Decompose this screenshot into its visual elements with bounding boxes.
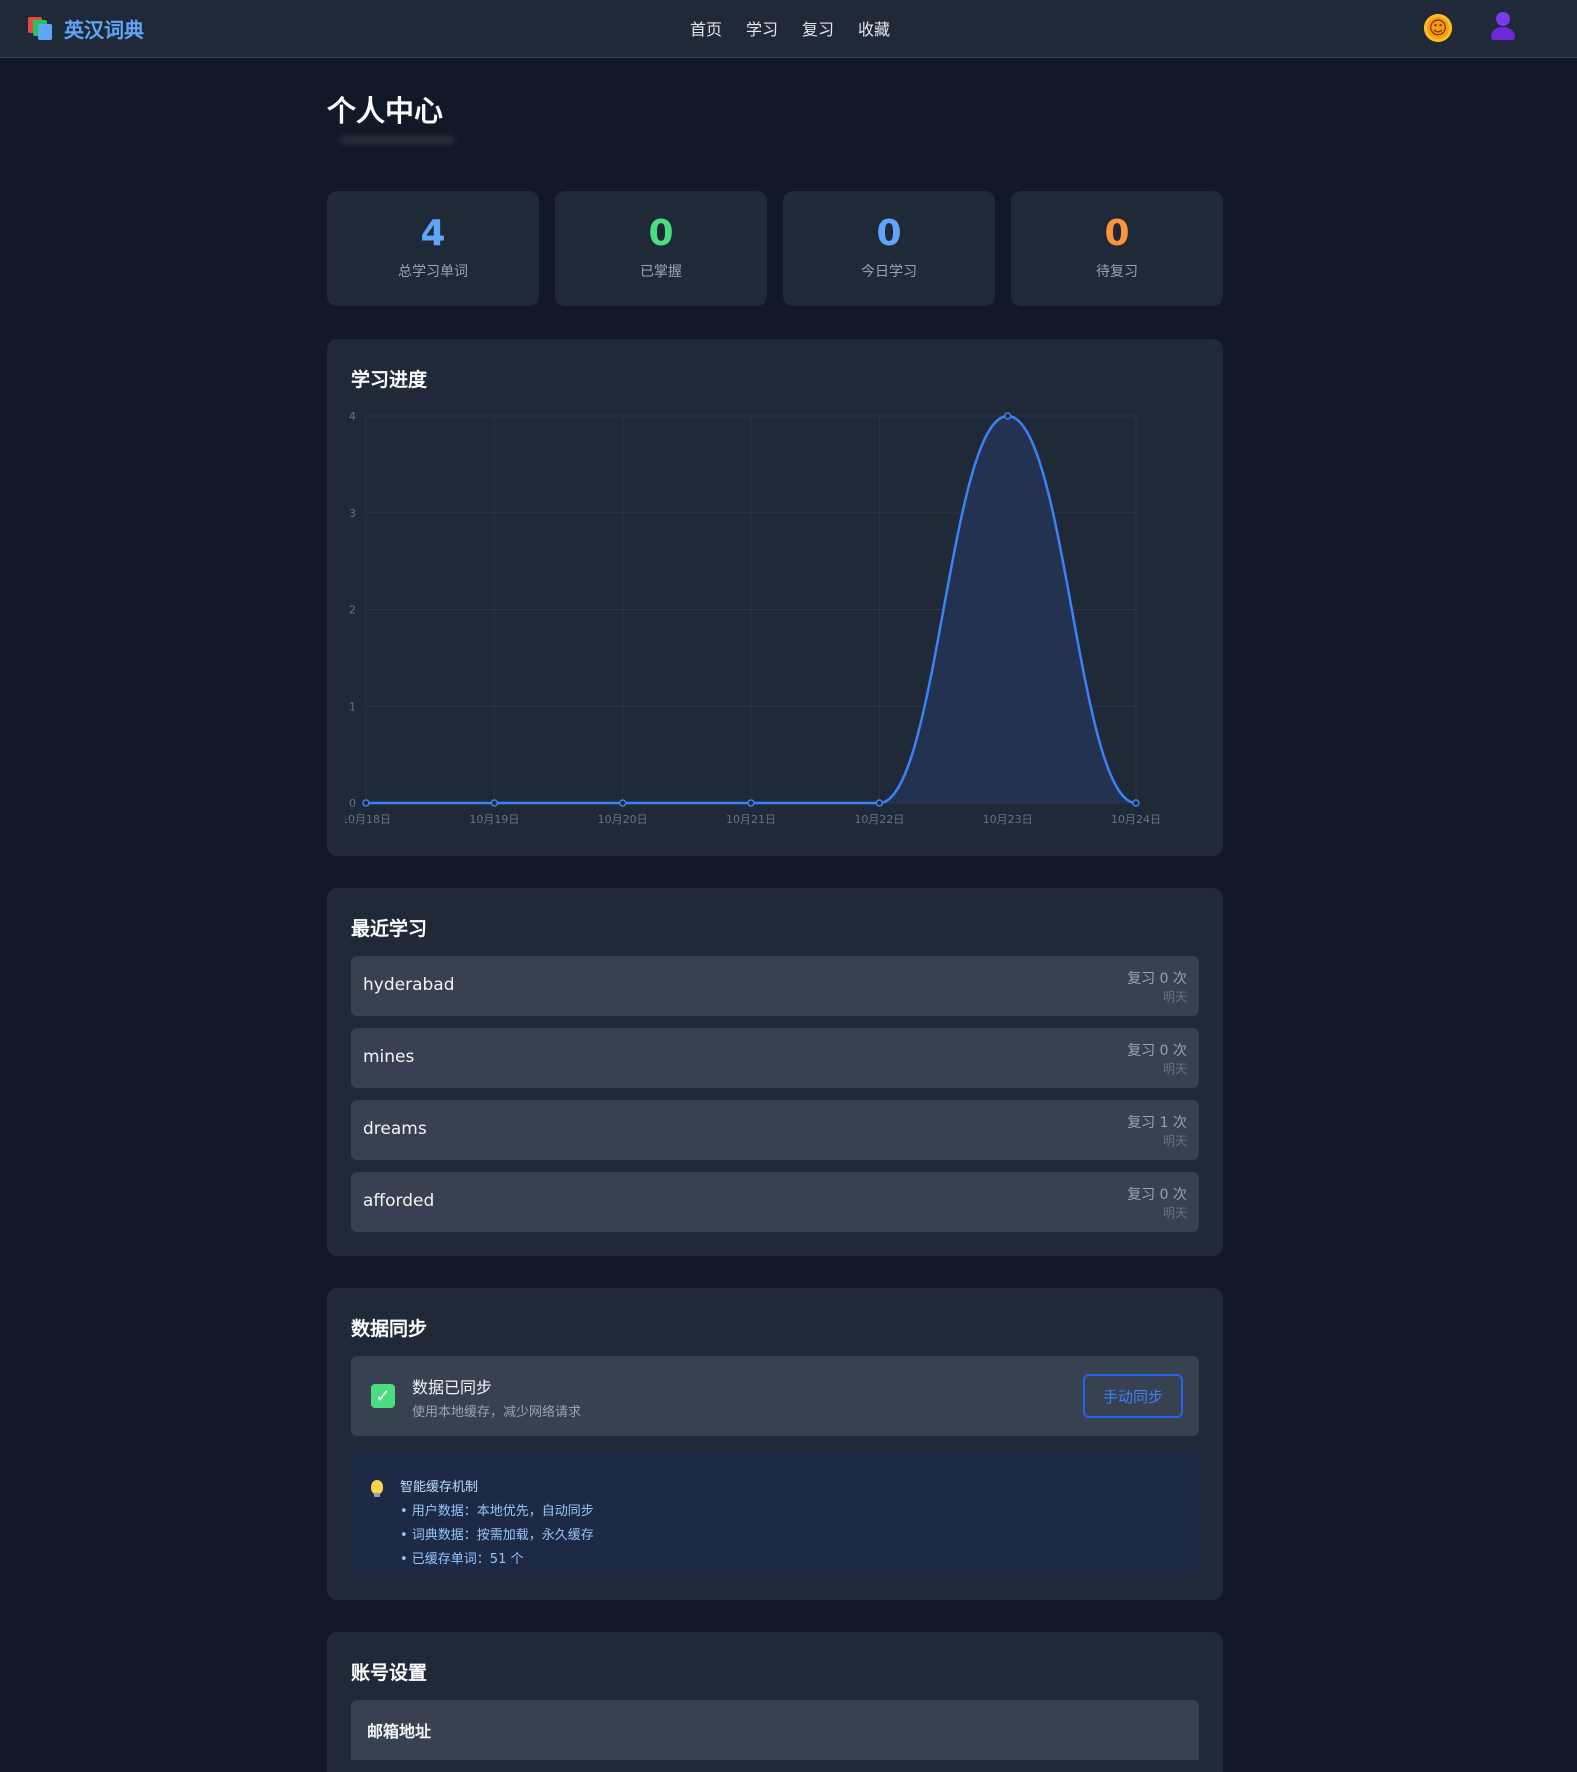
recent-title: 最近学习: [351, 918, 428, 940]
nav-item-review[interactable]: 复习: [790, 16, 846, 40]
x-tick-label: 10月23日: [983, 813, 1033, 826]
y-tick-label: 2: [349, 604, 356, 617]
stat-value: 4: [420, 213, 446, 254]
sync-title: 数据同步: [351, 1318, 428, 1340]
email-label: 邮箱地址: [367, 1722, 432, 1741]
recent-panel: 最近学习 hyderabad 复习 0 次 明天 mines 复习 0 次 明天…: [327, 888, 1223, 1256]
next-review: 明天: [1162, 1062, 1187, 1076]
stat-value: 0: [648, 213, 674, 254]
x-tick-label: 10月18日: [345, 813, 391, 826]
manual-sync-button[interactable]: 手动同步: [1083, 1374, 1183, 1418]
lightbulb-icon: [371, 1480, 383, 1497]
stat-card-today: 0 今日学习: [783, 191, 995, 306]
progress-title: 学习进度: [351, 369, 428, 391]
x-tick-label: 10月24日: [1111, 813, 1161, 826]
stat-label: 待复习: [1096, 264, 1138, 280]
next-review: 明天: [1162, 990, 1187, 1004]
review-count: 复习 0 次: [1127, 1043, 1187, 1059]
sync-status-box: ✓ 数据已同步 使用本地缓存，减少网络请求 手动同步: [351, 1356, 1199, 1436]
x-tick-label: 10月21日: [726, 813, 776, 826]
books-logo-icon: [28, 16, 54, 41]
sync-description: 使用本地缓存，减少网络请求: [412, 1405, 582, 1420]
x-tick-label: 10月22日: [854, 813, 904, 826]
stat-label: 已掌握: [640, 264, 682, 280]
nav-item-learn[interactable]: 学习: [734, 16, 790, 40]
top-navbar: 英汉词典 首页 学习 复习 收藏 ☺: [0, 0, 1577, 58]
review-count: 复习 0 次: [1127, 971, 1187, 987]
data-point: [490, 799, 499, 807]
stat-label: 总学习单词: [398, 264, 468, 280]
sun-icon[interactable]: ☺: [1424, 14, 1452, 42]
recent-word: afforded: [363, 1191, 435, 1211]
nav-item-favorites[interactable]: 收藏: [846, 16, 902, 40]
brand[interactable]: 英汉词典: [28, 14, 144, 43]
stat-value: 0: [1104, 213, 1130, 254]
stat-label: 今日学习: [861, 264, 917, 280]
y-tick-label: 0: [349, 797, 356, 810]
main-nav: 首页 学习 复习 收藏: [678, 16, 902, 40]
account-panel: 账号设置 邮箱地址: [327, 1632, 1223, 1772]
next-review: 明天: [1162, 1206, 1187, 1220]
review-count: 复习 1 次: [1127, 1115, 1187, 1131]
cache-info-box: 智能缓存机制 • 用户数据：本地优先，自动同步 • 词典数据：按需加载，永久缓存…: [351, 1452, 1199, 1576]
recent-item[interactable]: mines 复习 0 次 明天: [351, 1028, 1199, 1088]
data-point: [1132, 799, 1140, 807]
y-tick-label: 1: [349, 700, 356, 713]
page-title: 个人中心: [327, 94, 444, 128]
brand-name: 英汉词典: [64, 18, 144, 42]
user-icon[interactable]: [1490, 12, 1516, 42]
recent-item[interactable]: dreams 复习 1 次 明天: [351, 1100, 1199, 1160]
data-point: [618, 799, 627, 807]
stat-card-total: 4 总学习单词: [327, 191, 539, 306]
next-review: 明天: [1162, 1134, 1187, 1148]
x-tick-label: 10月20日: [598, 813, 648, 826]
data-point: [1003, 412, 1012, 420]
data-point: [875, 799, 884, 807]
cache-line: • 词典数据：按需加载，永久缓存: [400, 1528, 594, 1543]
nav-item-home[interactable]: 首页: [678, 16, 734, 40]
x-tick-label: 10月19日: [469, 813, 519, 826]
recent-word: mines: [363, 1047, 415, 1067]
data-point: [747, 799, 755, 807]
cache-title: 智能缓存机制: [400, 1480, 479, 1495]
data-point: [362, 799, 370, 807]
recent-item[interactable]: afforded 复习 0 次 明天: [351, 1172, 1199, 1232]
progress-chart: 0 1 2 3 4 10月18日 10月19日 10月20日 10月21日 10月22日 10月23…: [345, 410, 1161, 826]
progress-panel: 学习进度 0 1 2 3 4 10月18日 10月19日 10月20日 10月21日 10月22日…: [327, 339, 1223, 856]
sync-panel: 数据同步 ✓ 数据已同步 使用本地缓存，减少网络请求 手动同步 智能缓存机制 •…: [327, 1288, 1223, 1600]
stat-card-pending-review: 0 待复习: [1011, 191, 1223, 306]
sync-status: 数据已同步: [412, 1378, 493, 1397]
stat-card-mastered: 0 已掌握: [555, 191, 767, 306]
cache-line: • 已缓存单词：51 个: [400, 1552, 524, 1567]
recent-word: dreams: [363, 1119, 427, 1139]
cache-line: • 用户数据：本地优先，自动同步: [400, 1504, 594, 1519]
y-tick-label: 3: [349, 507, 356, 520]
email-field[interactable]: 邮箱地址: [351, 1700, 1199, 1760]
recent-word: hyderabad: [363, 975, 455, 995]
stat-value: 0: [876, 213, 902, 254]
account-title: 账号设置: [351, 1662, 428, 1684]
recent-item[interactable]: hyderabad 复习 0 次 明天: [351, 956, 1199, 1016]
title-decoration: [340, 136, 455, 144]
review-count: 复习 0 次: [1127, 1187, 1187, 1203]
check-icon: ✓: [371, 1384, 395, 1408]
y-tick-label: 4: [349, 410, 356, 423]
